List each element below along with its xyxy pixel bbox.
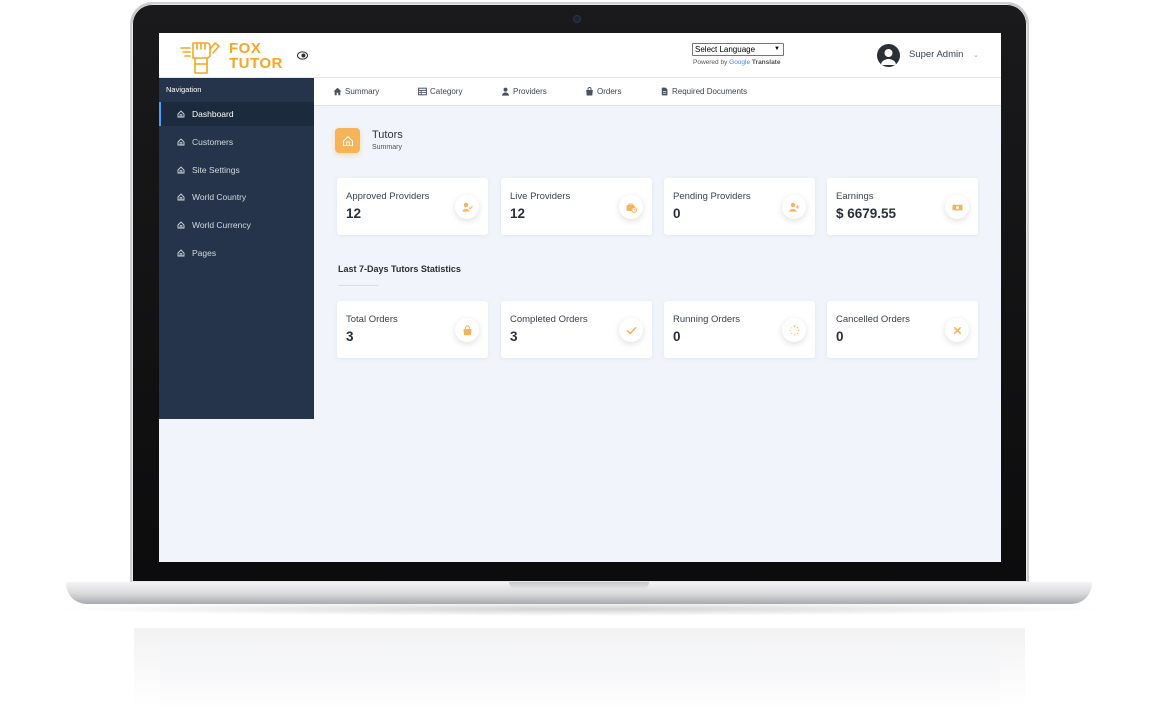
tab-bar: Summary Category Providers Orders Requir…: [314, 78, 1001, 106]
home-icon: [177, 166, 185, 174]
page-title: Tutors: [372, 129, 403, 141]
toggle-sidebar-icon[interactable]: [297, 51, 308, 60]
brand-line-1: FOX: [229, 40, 262, 57]
card-value: 0: [673, 206, 681, 221]
card-value: 0: [836, 329, 844, 344]
laptop-shadow: [50, 602, 1110, 616]
tab-providers[interactable]: Providers: [501, 87, 547, 96]
card-earnings[interactable]: Earnings $ 6679.55: [827, 178, 978, 235]
home-icon: [177, 249, 185, 257]
sidebar-item-label: Pages: [192, 248, 217, 258]
document-icon: [661, 87, 668, 96]
brand-line-2: TUTOR: [229, 55, 283, 72]
tab-orders[interactable]: Orders: [585, 87, 621, 96]
user-plus-icon: [782, 195, 806, 219]
tab-summary[interactable]: Summary: [333, 87, 379, 96]
card-label: Cancelled Orders: [836, 314, 910, 325]
check-icon: [619, 318, 643, 342]
tab-required-documents[interactable]: Required Documents: [660, 87, 747, 96]
home-icon: [177, 110, 185, 118]
sidebar-item-label: Customers: [192, 137, 234, 147]
sidebar-item-world-currency[interactable]: World Currency: [159, 213, 314, 237]
card-completed-orders[interactable]: Completed Orders 3: [501, 301, 652, 358]
top-bar: FOX TUTOR Select Language ▼ Powered by G…: [159, 33, 1001, 78]
laptop-base-notch: [509, 582, 649, 589]
section-divider: [338, 285, 378, 286]
brand-logo[interactable]: FOX TUTOR: [179, 37, 283, 75]
tab-label: Required Documents: [672, 87, 748, 96]
bag-icon: [455, 318, 479, 342]
spinner-icon: [782, 318, 806, 342]
card-value: 12: [346, 206, 362, 221]
user-silhouette-icon: [881, 49, 896, 65]
sidebar-item-world-country[interactable]: World Country: [159, 185, 314, 209]
sidebar-item-customers[interactable]: Customers: [159, 130, 314, 154]
bag-icon: [586, 87, 593, 96]
home-icon: [177, 193, 185, 201]
home-icon: [177, 221, 185, 229]
sidebar-item-dashboard[interactable]: Dashboard: [159, 102, 314, 126]
sidebar-heading: Navigation: [166, 85, 202, 94]
sidebar-item-label: World Country: [192, 192, 247, 202]
tab-category[interactable]: Category: [418, 87, 462, 96]
user-icon: [502, 87, 509, 96]
stats-section-title: Last 7-Days Tutors Statistics: [338, 264, 461, 274]
powered-by-label: Powered by: [693, 59, 728, 66]
card-approved-providers[interactable]: Approved Providers 12: [337, 178, 488, 235]
home-icon: [333, 87, 342, 96]
card-running-orders[interactable]: Running Orders 0: [664, 301, 815, 358]
laptop-reflection-screen: [160, 650, 1000, 722]
tab-label: Orders: [597, 87, 622, 96]
card-label: Total Orders: [346, 314, 398, 325]
sidebar-item-site-settings[interactable]: Site Settings: [159, 158, 314, 182]
logo-fist-icon: [180, 42, 220, 74]
card-value: 3: [346, 329, 354, 344]
card-live-providers[interactable]: Live Providers 12: [501, 178, 652, 235]
sidebar-item-label: World Currency: [192, 220, 251, 230]
card-cancelled-orders[interactable]: Cancelled Orders 0: [827, 301, 978, 358]
google-logo-text: Google: [729, 59, 751, 66]
page-subtitle: Summary: [372, 144, 402, 151]
briefcase-clock-icon: [619, 195, 643, 219]
user-name[interactable]: Super Admin: [909, 49, 963, 60]
card-value: 12: [510, 206, 526, 221]
card-label: Approved Providers: [346, 191, 430, 202]
webcam: [574, 16, 580, 22]
sidebar: Navigation Dashboard Customers Site Sett…: [159, 78, 314, 419]
sidebar-item-label: Site Settings: [192, 165, 240, 175]
tab-label: Providers: [513, 87, 547, 96]
dropdown-arrow-icon: ▼: [774, 46, 780, 52]
card-label: Running Orders: [673, 314, 741, 325]
sidebar-item-label: Dashboard: [192, 109, 234, 119]
table-icon: [418, 87, 427, 96]
sidebar-item-pages[interactable]: Pages: [159, 241, 314, 265]
card-label: Live Providers: [510, 191, 571, 202]
card-label: Completed Orders: [510, 314, 588, 325]
page-home-icon: [335, 128, 360, 153]
tab-label: Category: [430, 87, 463, 96]
user-avatar[interactable]: [877, 44, 900, 67]
card-value: $ 6679.55: [836, 206, 897, 221]
translate-link[interactable]: Translate: [752, 59, 781, 66]
money-icon: [945, 195, 969, 219]
language-select-value: Select Language: [695, 45, 756, 54]
card-label: Pending Providers: [673, 191, 751, 202]
card-total-orders[interactable]: Total Orders 3: [337, 301, 488, 358]
home-icon: [177, 138, 185, 146]
card-value: 0: [673, 329, 681, 344]
user-check-icon: [455, 195, 479, 219]
language-select[interactable]: Select Language ▼: [692, 43, 784, 56]
chevron-down-icon[interactable]: ⌄: [973, 51, 979, 59]
card-pending-providers[interactable]: Pending Providers 0: [664, 178, 815, 235]
card-value: 3: [510, 329, 518, 344]
tab-label: Summary: [345, 87, 380, 96]
close-icon: [945, 318, 969, 342]
powered-by-google: Powered by Google Translate: [693, 59, 780, 66]
card-label: Earnings: [836, 191, 874, 202]
app-screen: FOX TUTOR Select Language ▼ Powered by G…: [159, 33, 1001, 562]
home-icon: [342, 135, 353, 146]
